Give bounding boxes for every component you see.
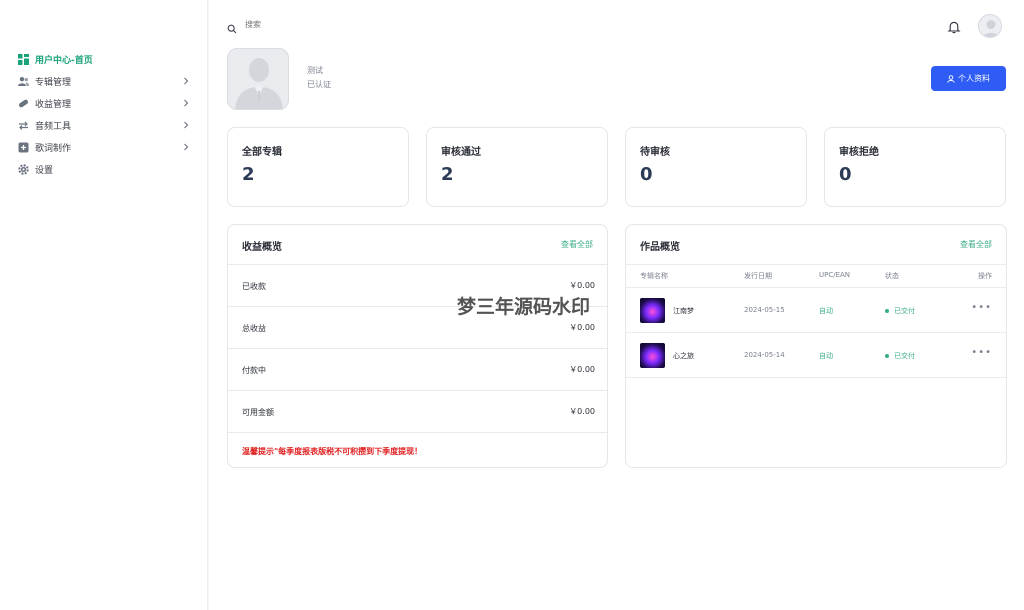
status-dot-icon xyxy=(885,309,889,313)
chevron-right-icon xyxy=(182,77,190,85)
sidebar-item-label: 用户中心-首页 xyxy=(35,55,93,66)
income-label: 已收款 xyxy=(242,282,266,291)
profile-button[interactable]: 个人资料 xyxy=(931,66,1006,91)
stat-card-rejected: 审核拒绝 0 xyxy=(824,127,1006,207)
stat-card-all-albums: 全部专辑 2 xyxy=(227,127,409,207)
income-label: 付款中 xyxy=(242,366,266,375)
users-icon xyxy=(18,76,29,87)
stat-value: 0 xyxy=(640,164,653,185)
stat-title: 审核通过 xyxy=(441,147,481,158)
album-cover xyxy=(640,298,665,323)
income-value: ￥0.00 xyxy=(569,407,595,416)
more-options-icon[interactable]: ••• xyxy=(971,347,992,358)
search-icon[interactable] xyxy=(227,19,237,34)
view-all-link[interactable]: 查看全部 xyxy=(960,239,992,250)
album-cover xyxy=(640,343,665,368)
stats-row: 全部专辑 2 审核通过 2 待审核 0 审核拒绝 0 xyxy=(227,127,1007,207)
watermark: 梦三年源码水印 xyxy=(457,296,591,318)
table-row[interactable]: 江南梦 2024-05-15 自动 已交付 ••• xyxy=(626,288,1006,333)
dashboard-icon xyxy=(18,53,29,65)
stat-card-pending: 待审核 0 xyxy=(625,127,807,207)
view-all-link[interactable]: 查看全部 xyxy=(561,239,593,250)
card-header: 收益概览 查看全部 xyxy=(228,225,607,265)
chevron-right-icon xyxy=(182,143,190,151)
status-badge: 已交付 xyxy=(885,351,915,361)
sidebar-item-label: 音频工具 xyxy=(35,121,72,132)
profile-button-label: 个人资料 xyxy=(958,74,990,83)
sidebar: 用户中心-首页 专辑管理 收益管理 音频工具 歌词制作 设置 xyxy=(0,0,208,610)
release-date: 2024-05-14 xyxy=(744,351,785,359)
sidebar-nav: 用户中心-首页 专辑管理 收益管理 音频工具 歌词制作 设置 xyxy=(0,48,208,180)
bell-icon[interactable] xyxy=(947,19,961,34)
stat-value: 0 xyxy=(839,164,852,185)
card-header: 作品概览 查看全部 xyxy=(626,225,1006,265)
card-title: 收益概览 xyxy=(242,242,282,253)
release-date: 2024-05-15 xyxy=(744,306,785,314)
verification-status: 已认证 xyxy=(307,80,331,89)
income-value: ￥0.00 xyxy=(569,365,595,374)
stat-title: 待审核 xyxy=(640,147,670,158)
income-label: 总收益 xyxy=(242,324,266,333)
income-row: 付款中 ￥0.00 xyxy=(228,349,607,391)
upc-value: 自动 xyxy=(819,352,833,360)
profile-name: 测试 xyxy=(307,66,323,75)
upc-value: 自动 xyxy=(819,307,833,315)
warning-tip: 温馨提示"每季度报表版税不可积攒到下季度提现！ xyxy=(242,447,423,456)
sidebar-item-label: 收益管理 xyxy=(35,99,72,110)
status-label: 已交付 xyxy=(894,352,915,360)
income-value: ￥0.00 xyxy=(569,323,595,332)
album-name: 江南梦 xyxy=(673,307,694,315)
column-header: 操作 xyxy=(978,272,992,280)
pill-icon xyxy=(18,98,29,109)
sidebar-item-home[interactable]: 用户中心-首页 xyxy=(0,48,208,70)
search-input[interactable] xyxy=(245,19,365,29)
sidebar-item-label: 设置 xyxy=(35,165,54,176)
search-bar xyxy=(227,19,365,34)
main-content: 测试 已认证 个人资料 全部专辑 2 审核通过 2 待审核 0 审核拒绝 0 收… xyxy=(209,0,1024,610)
column-header: 状态 xyxy=(885,272,899,280)
income-row: 可用金额 ￥0.00 xyxy=(228,391,607,433)
profile-avatar xyxy=(227,48,289,110)
sidebar-item-albums[interactable]: 专辑管理 xyxy=(0,70,208,92)
column-header: UPC/EAN xyxy=(819,271,851,279)
chevron-right-icon xyxy=(182,121,190,129)
avatar[interactable] xyxy=(978,14,1002,38)
plus-square-icon xyxy=(18,142,29,153)
profile-header: 测试 已认证 个人资料 xyxy=(227,48,1007,110)
status-dot-icon xyxy=(885,354,889,358)
stat-card-approved: 审核通过 2 xyxy=(426,127,608,207)
album-name: 心之旅 xyxy=(673,352,694,360)
sidebar-item-label: 歌词制作 xyxy=(35,143,72,154)
status-label: 已交付 xyxy=(894,307,915,315)
income-value: ￥0.00 xyxy=(569,281,595,290)
stat-value: 2 xyxy=(441,164,454,185)
stat-title: 全部专辑 xyxy=(242,147,282,158)
column-header: 发行日期 xyxy=(744,272,772,280)
sidebar-item-settings[interactable]: 设置 xyxy=(0,158,208,180)
column-header: 专辑名称 xyxy=(640,272,668,280)
table-row[interactable]: 心之旅 2024-05-14 自动 已交付 ••• xyxy=(626,333,1006,378)
stat-value: 2 xyxy=(242,164,255,185)
more-options-icon[interactable]: ••• xyxy=(971,302,992,313)
stat-title: 审核拒绝 xyxy=(839,147,879,158)
status-badge: 已交付 xyxy=(885,306,915,316)
user-icon xyxy=(947,74,955,83)
card-title: 作品概览 xyxy=(640,242,680,253)
income-label: 可用金额 xyxy=(242,408,274,417)
chevron-right-icon xyxy=(182,99,190,107)
topbar xyxy=(227,14,1007,40)
works-overview-card: 作品概览 查看全部 专辑名称 发行日期 UPC/EAN 状态 操作 江南梦 20… xyxy=(625,224,1007,468)
gear-icon xyxy=(18,163,29,175)
sidebar-item-income[interactable]: 收益管理 xyxy=(0,92,208,114)
sidebar-item-label: 专辑管理 xyxy=(35,77,72,88)
repeat-icon xyxy=(18,120,29,131)
sidebar-item-audio-tools[interactable]: 音频工具 xyxy=(0,114,208,136)
income-overview-card: 收益概览 查看全部 已收款 ￥0.00 总收益 ￥0.00 付款中 ￥0.00 … xyxy=(227,224,608,468)
sidebar-item-lyrics[interactable]: 歌词制作 xyxy=(0,136,208,158)
